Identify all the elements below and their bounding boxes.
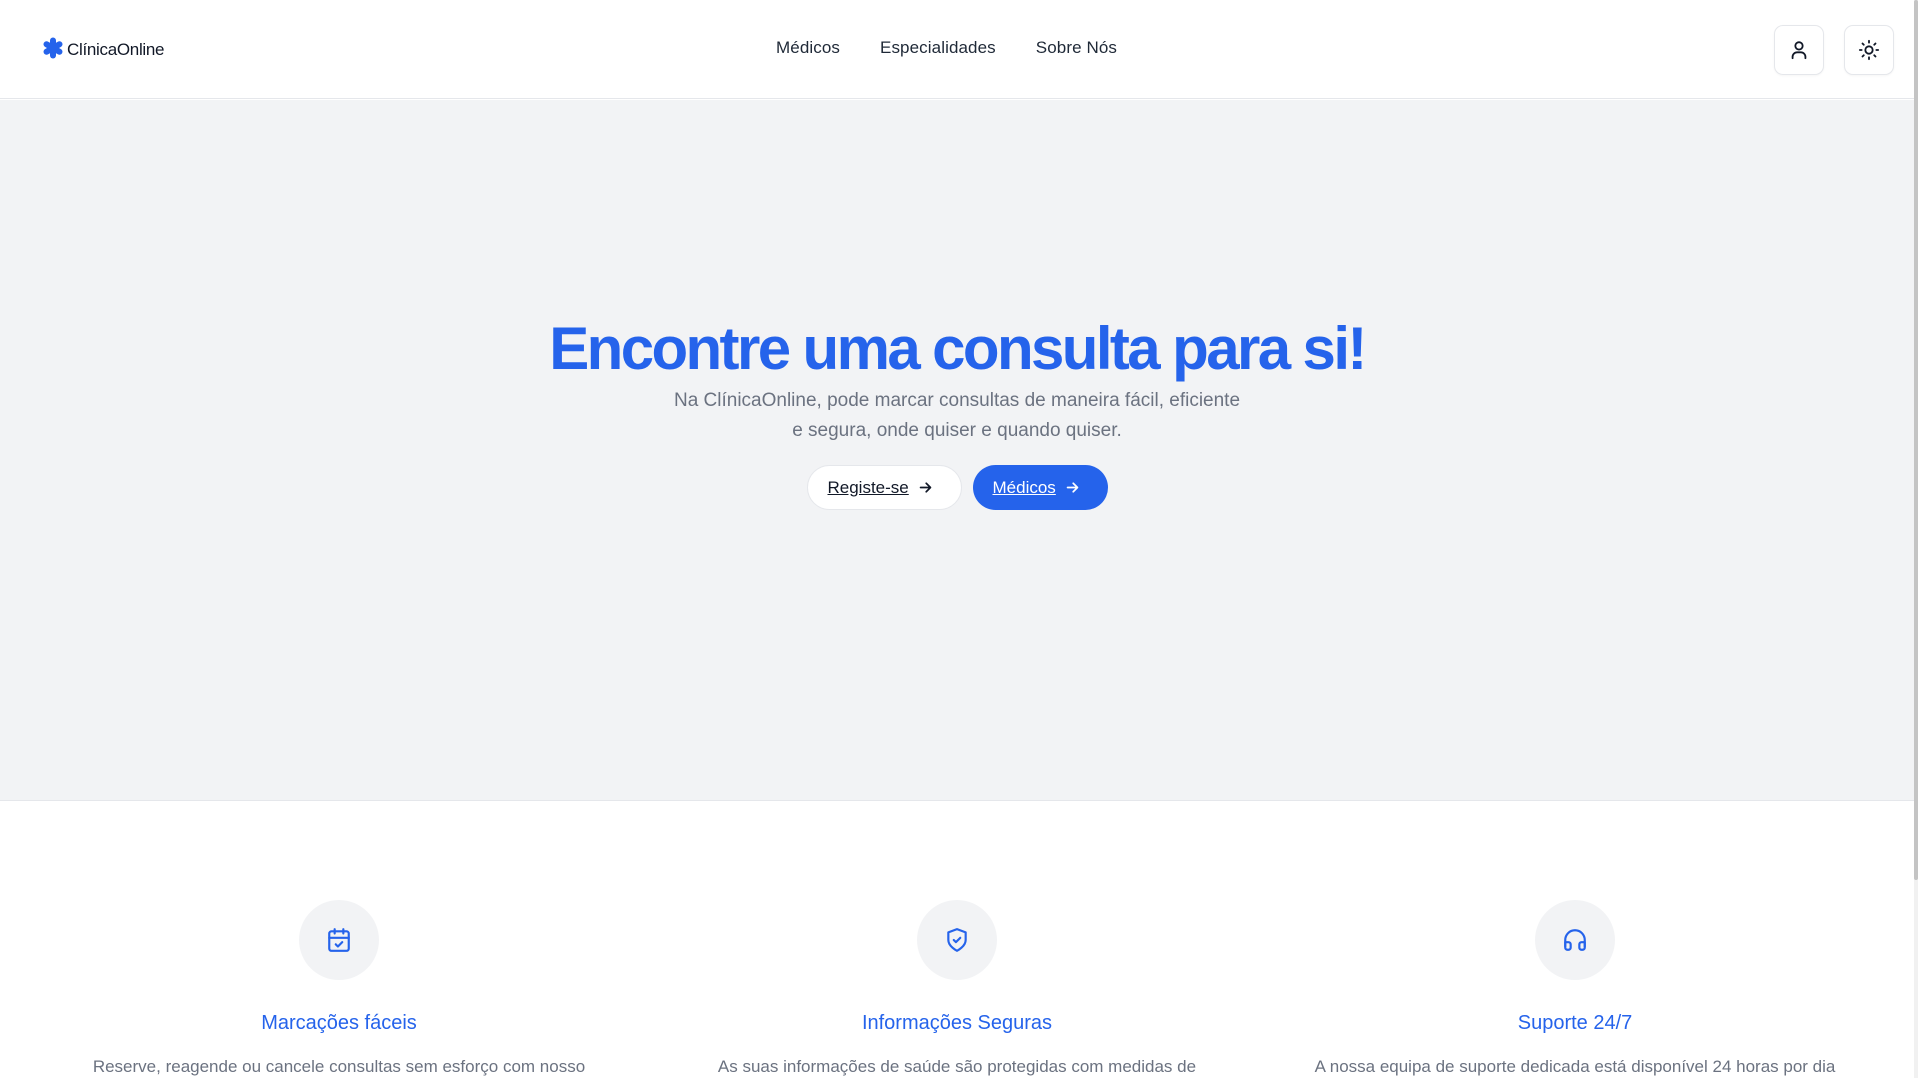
feature-description: A nossa equipa de suporte dedicada está … — [1314, 1057, 1836, 1076]
headphones-icon — [1564, 929, 1586, 951]
feature-description: Reserve, reagende ou cancele consultas s… — [92, 1057, 586, 1076]
main-nav: Médicos Especialidades Sobre Nós — [776, 38, 1117, 58]
feature-icon-circle — [917, 900, 997, 980]
doctors-button[interactable]: Médicos — [972, 465, 1108, 510]
shield-check-icon — [947, 928, 967, 952]
feature-support: Suporte 24/7 A nossa equipa de suporte d… — [1295, 900, 1855, 1078]
hero-title: Encontre uma consulta para si! — [549, 315, 1367, 382]
arrow-right-icon — [919, 482, 932, 493]
top-navbar: ClínicaOnline Médicos Especialidades Sob… — [0, 0, 1914, 99]
register-button[interactable]: Registe-se — [806, 465, 962, 510]
user-icon — [1791, 41, 1807, 60]
doctors-button-label: Médicos — [992, 477, 1056, 497]
feature-title: Suporte 24/7 — [1517, 1012, 1633, 1034]
sun-icon — [1858, 39, 1880, 61]
feature-icon-circle — [1535, 900, 1615, 980]
feature-icon-circle — [299, 900, 379, 980]
page-scrollbar[interactable] — [1914, 0, 1918, 1078]
calendar-check-icon — [328, 928, 350, 952]
nav-link-sobre-nos[interactable]: Sobre Nós — [1036, 38, 1117, 58]
hero-subtitle-line-2: e segura, onde quiser e quando quiser. — [792, 420, 1122, 441]
theme-toggle-button[interactable] — [1844, 25, 1894, 75]
hero-subtitle-line-1: Na ClínicaOnline, pode marcar consultas … — [673, 390, 1241, 411]
hero-subtitle: Na ClínicaOnline, pode marcar consultas … — [657, 386, 1257, 446]
register-button-label: Registe-se — [827, 477, 909, 497]
hero-actions: Registe-se Médicos — [0, 465, 1914, 510]
scrollbar-thumb[interactable] — [1914, 0, 1918, 880]
nav-link-medicos[interactable]: Médicos — [776, 38, 840, 58]
asterisk-logo-icon — [43, 37, 63, 59]
feature-title: Informações Seguras — [861, 1012, 1053, 1034]
feature-title: Marcações fáceis — [261, 1012, 417, 1034]
feature-description: As suas informações de saúde são protegi… — [717, 1057, 1197, 1076]
logo-link[interactable]: ClínicaOnline — [41, 36, 165, 60]
nav-link-especialidades[interactable]: Especialidades — [880, 38, 996, 58]
arrow-right-icon — [1066, 482, 1079, 493]
logo-text: ClínicaOnline — [67, 40, 165, 59]
hero-section: Encontre uma consulta para si! Na Clínic… — [0, 100, 1914, 801]
feature-secure-info: Informações Seguras As suas informações … — [677, 900, 1237, 1078]
features-section: Marcações fáceis Reserve, reagende ou ca… — [0, 802, 1914, 1078]
feature-easy-booking: Marcações fáceis Reserve, reagende ou ca… — [59, 900, 619, 1078]
account-button[interactable] — [1774, 25, 1824, 75]
page: ClínicaOnline Médicos Especialidades Sob… — [0, 0, 1918, 1078]
